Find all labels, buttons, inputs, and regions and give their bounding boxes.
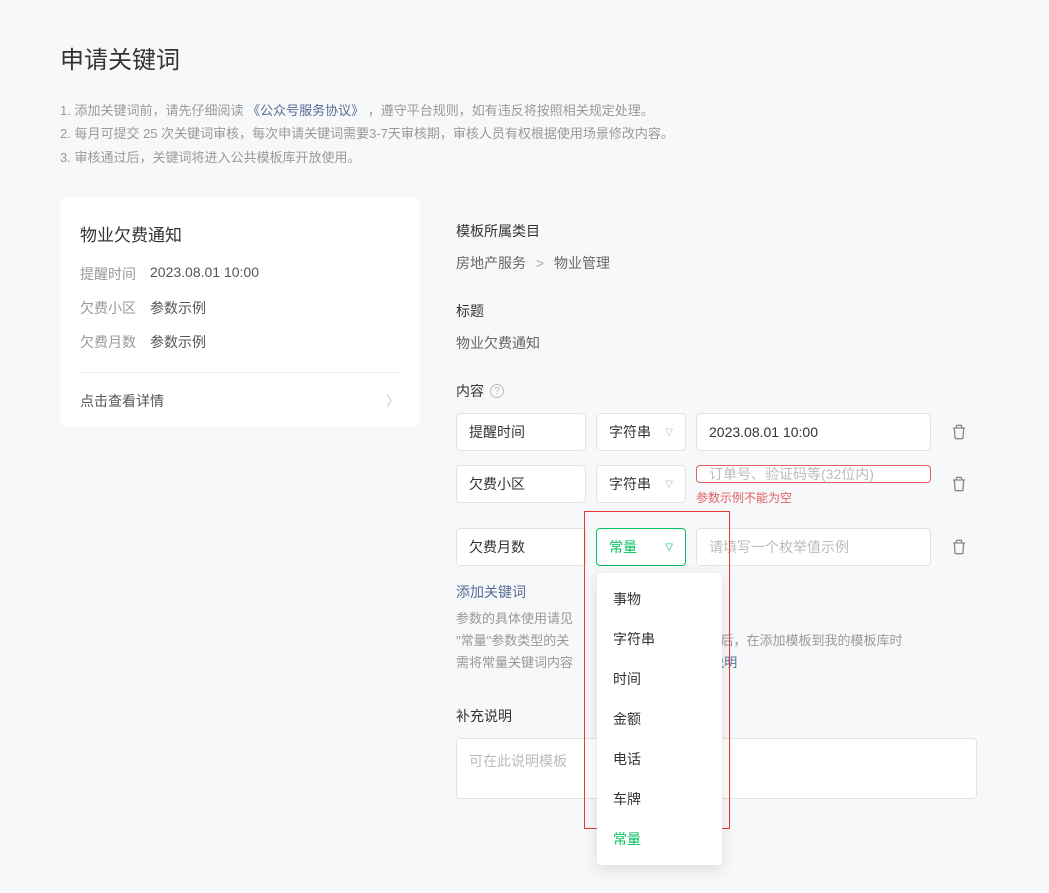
keyword-field[interactable]: 欠费月数 — [456, 528, 586, 566]
instruction-text: ，遵守平台规则，如有违反将按照相关规定处理。 — [368, 103, 654, 118]
category-breadcrumb: 房地产服务 > 物业管理 — [456, 253, 977, 273]
preview-card: 物业欠费通知 提醒时间 2023.08.01 10:00 欠费小区 参数示例 欠… — [60, 197, 420, 427]
example-input-wrap — [696, 413, 931, 451]
preview-detail-link[interactable]: 点击查看详情 〉 — [80, 372, 400, 411]
type-select[interactable]: 字符串 ▽ — [596, 465, 686, 503]
help-line: "常量"参数类型的关 — [456, 633, 569, 648]
category-label: 模板所属类目 — [456, 221, 977, 241]
preview-title: 物业欠费通知 — [80, 221, 400, 246]
type-select-value: 字符串 — [609, 422, 651, 442]
trash-icon — [951, 476, 967, 492]
preview-row-label: 提醒时间 — [80, 264, 150, 284]
dropdown-option[interactable]: 事物 — [597, 579, 722, 619]
keyword-field[interactable]: 欠费小区 — [456, 465, 586, 503]
page-title: 申请关键词 — [60, 40, 989, 75]
instruction-item: 3. 审核通过后，关键词将进入公共模板库开放使用。 — [60, 146, 989, 169]
preview-row: 欠费小区 参数示例 — [80, 298, 400, 318]
dropdown-option[interactable]: 车牌 — [597, 779, 722, 819]
example-input[interactable] — [709, 466, 918, 482]
preview-row-label: 欠费月数 — [80, 332, 150, 352]
example-input[interactable] — [709, 424, 918, 440]
type-select-value: 字符串 — [609, 474, 651, 494]
dropdown-option[interactable]: 时间 — [597, 659, 722, 699]
service-agreement-link[interactable]: 《公众号服务协议》 — [247, 103, 364, 118]
form-panel: 模板所属类目 房地产服务 > 物业管理 标题 物业欠费通知 内容 ? 提醒时间 … — [444, 197, 989, 823]
preview-detail-label: 点击查看详情 — [80, 391, 164, 411]
breadcrumb-item: 物业管理 — [554, 255, 610, 271]
instruction-item: 1. 添加关键词前，请先仔细阅读 《公众号服务协议》 ，遵守平台规则，如有违反将… — [60, 99, 989, 122]
title-value: 物业欠费通知 — [456, 333, 977, 353]
info-icon[interactable]: ? — [490, 384, 504, 398]
type-select-value: 常量 — [609, 537, 637, 557]
type-select[interactable]: 字符串 ▽ — [596, 413, 686, 451]
chevron-right-icon: 〉 — [386, 391, 400, 411]
example-input-wrap — [696, 528, 931, 566]
breadcrumb-sep: > — [536, 255, 544, 271]
help-line: 需将常量关键词内容 — [456, 655, 573, 670]
content-label: 内容 ? — [456, 381, 977, 401]
delete-row-button[interactable] — [941, 528, 977, 566]
error-message: 参数示例不能为空 — [696, 489, 931, 506]
chevron-down-icon: ▽ — [665, 427, 673, 438]
type-dropdown: 事物 字符串 时间 金额 电话 车牌 常量 — [597, 573, 722, 865]
help-line: 参数的具体使用请见 — [456, 611, 573, 626]
trash-icon — [951, 539, 967, 555]
type-select[interactable]: 常量 ▽ 事物 字符串 时间 金额 电话 车牌 常量 — [596, 528, 686, 566]
content-row: 欠费月数 常量 ▽ 事物 字符串 时间 金额 电话 车牌 常量 — [456, 528, 977, 566]
preview-row-value: 2023.08.01 10:00 — [150, 264, 259, 284]
example-input-wrap — [696, 465, 931, 483]
delete-row-button[interactable] — [941, 413, 977, 451]
content-row: 欠费小区 字符串 ▽ 参数示例不能为空 — [456, 465, 977, 506]
instruction-text: 1. 添加关键词前，请先仔细阅读 — [60, 103, 243, 118]
preview-row-value: 参数示例 — [150, 298, 206, 318]
instructions-list: 1. 添加关键词前，请先仔细阅读 《公众号服务协议》 ，遵守平台规则，如有违反将… — [60, 99, 989, 169]
dropdown-option[interactable]: 电话 — [597, 739, 722, 779]
chevron-down-icon: ▽ — [665, 542, 673, 553]
content-label-text: 内容 — [456, 381, 484, 401]
chevron-down-icon: ▽ — [665, 479, 673, 490]
dropdown-option[interactable]: 金额 — [597, 699, 722, 739]
instruction-item: 2. 每月可提交 25 次关键词审核，每次申请关键词需要3-7天审核期，审核人员… — [60, 122, 989, 145]
keyword-field[interactable]: 提醒时间 — [456, 413, 586, 451]
dropdown-option[interactable]: 常量 — [597, 819, 722, 859]
breadcrumb-item: 房地产服务 — [456, 255, 526, 271]
preview-row-label: 欠费小区 — [80, 298, 150, 318]
example-input[interactable] — [709, 539, 918, 555]
preview-row: 欠费月数 参数示例 — [80, 332, 400, 352]
delete-row-button[interactable] — [941, 465, 977, 503]
dropdown-option[interactable]: 字符串 — [597, 619, 722, 659]
preview-row-value: 参数示例 — [150, 332, 206, 352]
trash-icon — [951, 424, 967, 440]
preview-row: 提醒时间 2023.08.01 10:00 — [80, 264, 400, 284]
title-label: 标题 — [456, 301, 977, 321]
content-row: 提醒时间 字符串 ▽ — [456, 413, 977, 451]
